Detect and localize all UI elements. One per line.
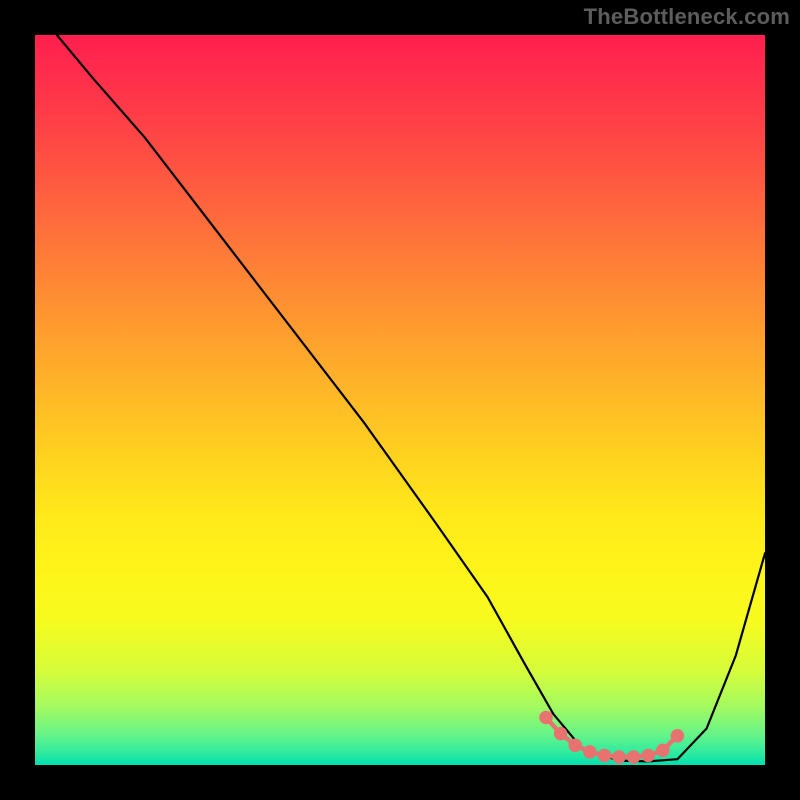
curve-layer: [35, 35, 765, 765]
chart-frame: TheBottleneck.com: [0, 0, 800, 800]
bottleneck-curve: [57, 35, 765, 761]
attribution-label: TheBottleneck.com: [584, 4, 790, 30]
plot-area: [35, 35, 765, 765]
optimal-band: [542, 713, 682, 762]
